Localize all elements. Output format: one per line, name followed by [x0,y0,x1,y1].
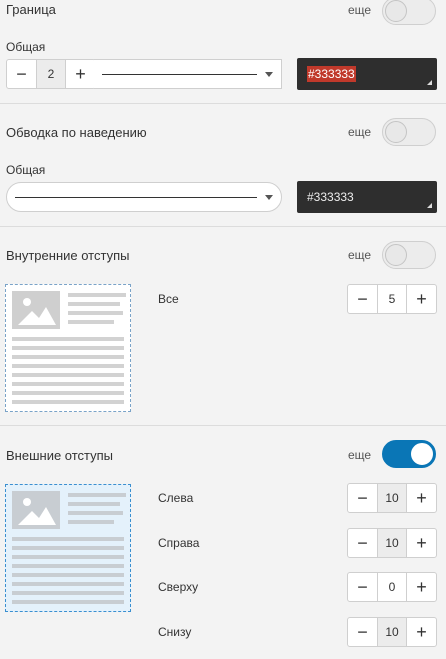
padding-section-title: Внутренние отступы [6,248,130,263]
plus-icon[interactable]: + [407,529,436,557]
chevron-down-icon [265,194,273,200]
image-placeholder-icon [12,291,60,329]
margin-left-value[interactable]: 10 [377,484,407,512]
border-section-title: Граница [6,2,56,17]
minus-icon[interactable]: − [348,484,377,512]
hover-outline-color-field[interactable]: #333333 [297,181,437,213]
plus-icon[interactable]: + [407,618,436,646]
margin-more-link[interactable]: еще [348,448,371,462]
margin-right-label: Справа [158,536,200,550]
margin-right-value[interactable]: 10 [377,529,407,557]
hover-outline-more-link[interactable]: еще [348,125,371,139]
toggle-knob [385,244,407,266]
margin-toggle[interactable] [382,440,436,468]
minus-icon[interactable]: − [348,618,377,646]
border-more-link[interactable]: еще [348,3,371,17]
margin-top-stepper: − 0 + [347,572,437,602]
padding-more-link[interactable]: еще [348,248,371,262]
border-sub-label: Общая [6,40,46,54]
hover-outline-toggle[interactable] [382,118,436,146]
minus-icon[interactable]: − [348,285,377,313]
resize-corner-icon [427,203,432,208]
margin-top-value[interactable]: 0 [377,573,407,601]
toggle-knob [411,443,433,465]
solid-line-preview [15,196,257,198]
toggle-knob [385,0,407,22]
resize-corner-icon [427,80,432,85]
divider [0,226,446,227]
padding-all-stepper: − 5 + [347,284,437,314]
hover-outline-style-select[interactable] [6,182,282,212]
margin-bottom-stepper: − 10 + [347,617,437,647]
margin-left-label: Слева [158,491,194,505]
border-color-field[interactable]: #333333 [297,58,437,90]
minus-icon[interactable]: − [7,60,36,88]
hover-outline-sub-label: Общая [6,163,46,177]
minus-icon[interactable]: − [348,573,377,601]
padding-toggle[interactable] [382,241,436,269]
image-placeholder-icon [12,491,60,529]
margin-preview-thumbnail [5,484,131,612]
minus-icon[interactable]: − [348,529,377,557]
border-width-stepper: − 2 + [6,59,96,89]
padding-preview-thumbnail [5,284,131,412]
divider [0,425,446,426]
plus-icon[interactable]: + [407,285,436,313]
margin-bottom-value[interactable]: 10 [377,618,407,646]
padding-all-value[interactable]: 5 [377,285,407,313]
divider [0,103,446,104]
border-toggle[interactable] [382,0,436,25]
plus-icon[interactable]: + [407,484,436,512]
margin-right-stepper: − 10 + [347,528,437,558]
border-color-value: #333333 [307,66,356,82]
hover-outline-section-title: Обводка по наведению [6,125,147,140]
margin-section-title: Внешние отступы [6,448,114,463]
toggle-knob [385,121,407,143]
border-style-select[interactable] [94,59,282,89]
plus-icon[interactable]: + [66,60,95,88]
solid-line-preview [102,73,257,75]
padding-all-label: Все [158,292,179,306]
chevron-down-icon [265,71,273,77]
margin-left-stepper: − 10 + [347,483,437,513]
hover-outline-color-value: #333333 [307,190,354,204]
margin-bottom-label: Снизу [158,625,192,639]
border-width-value[interactable]: 2 [36,60,66,88]
margin-top-label: Сверху [158,580,199,594]
plus-icon[interactable]: + [407,573,436,601]
